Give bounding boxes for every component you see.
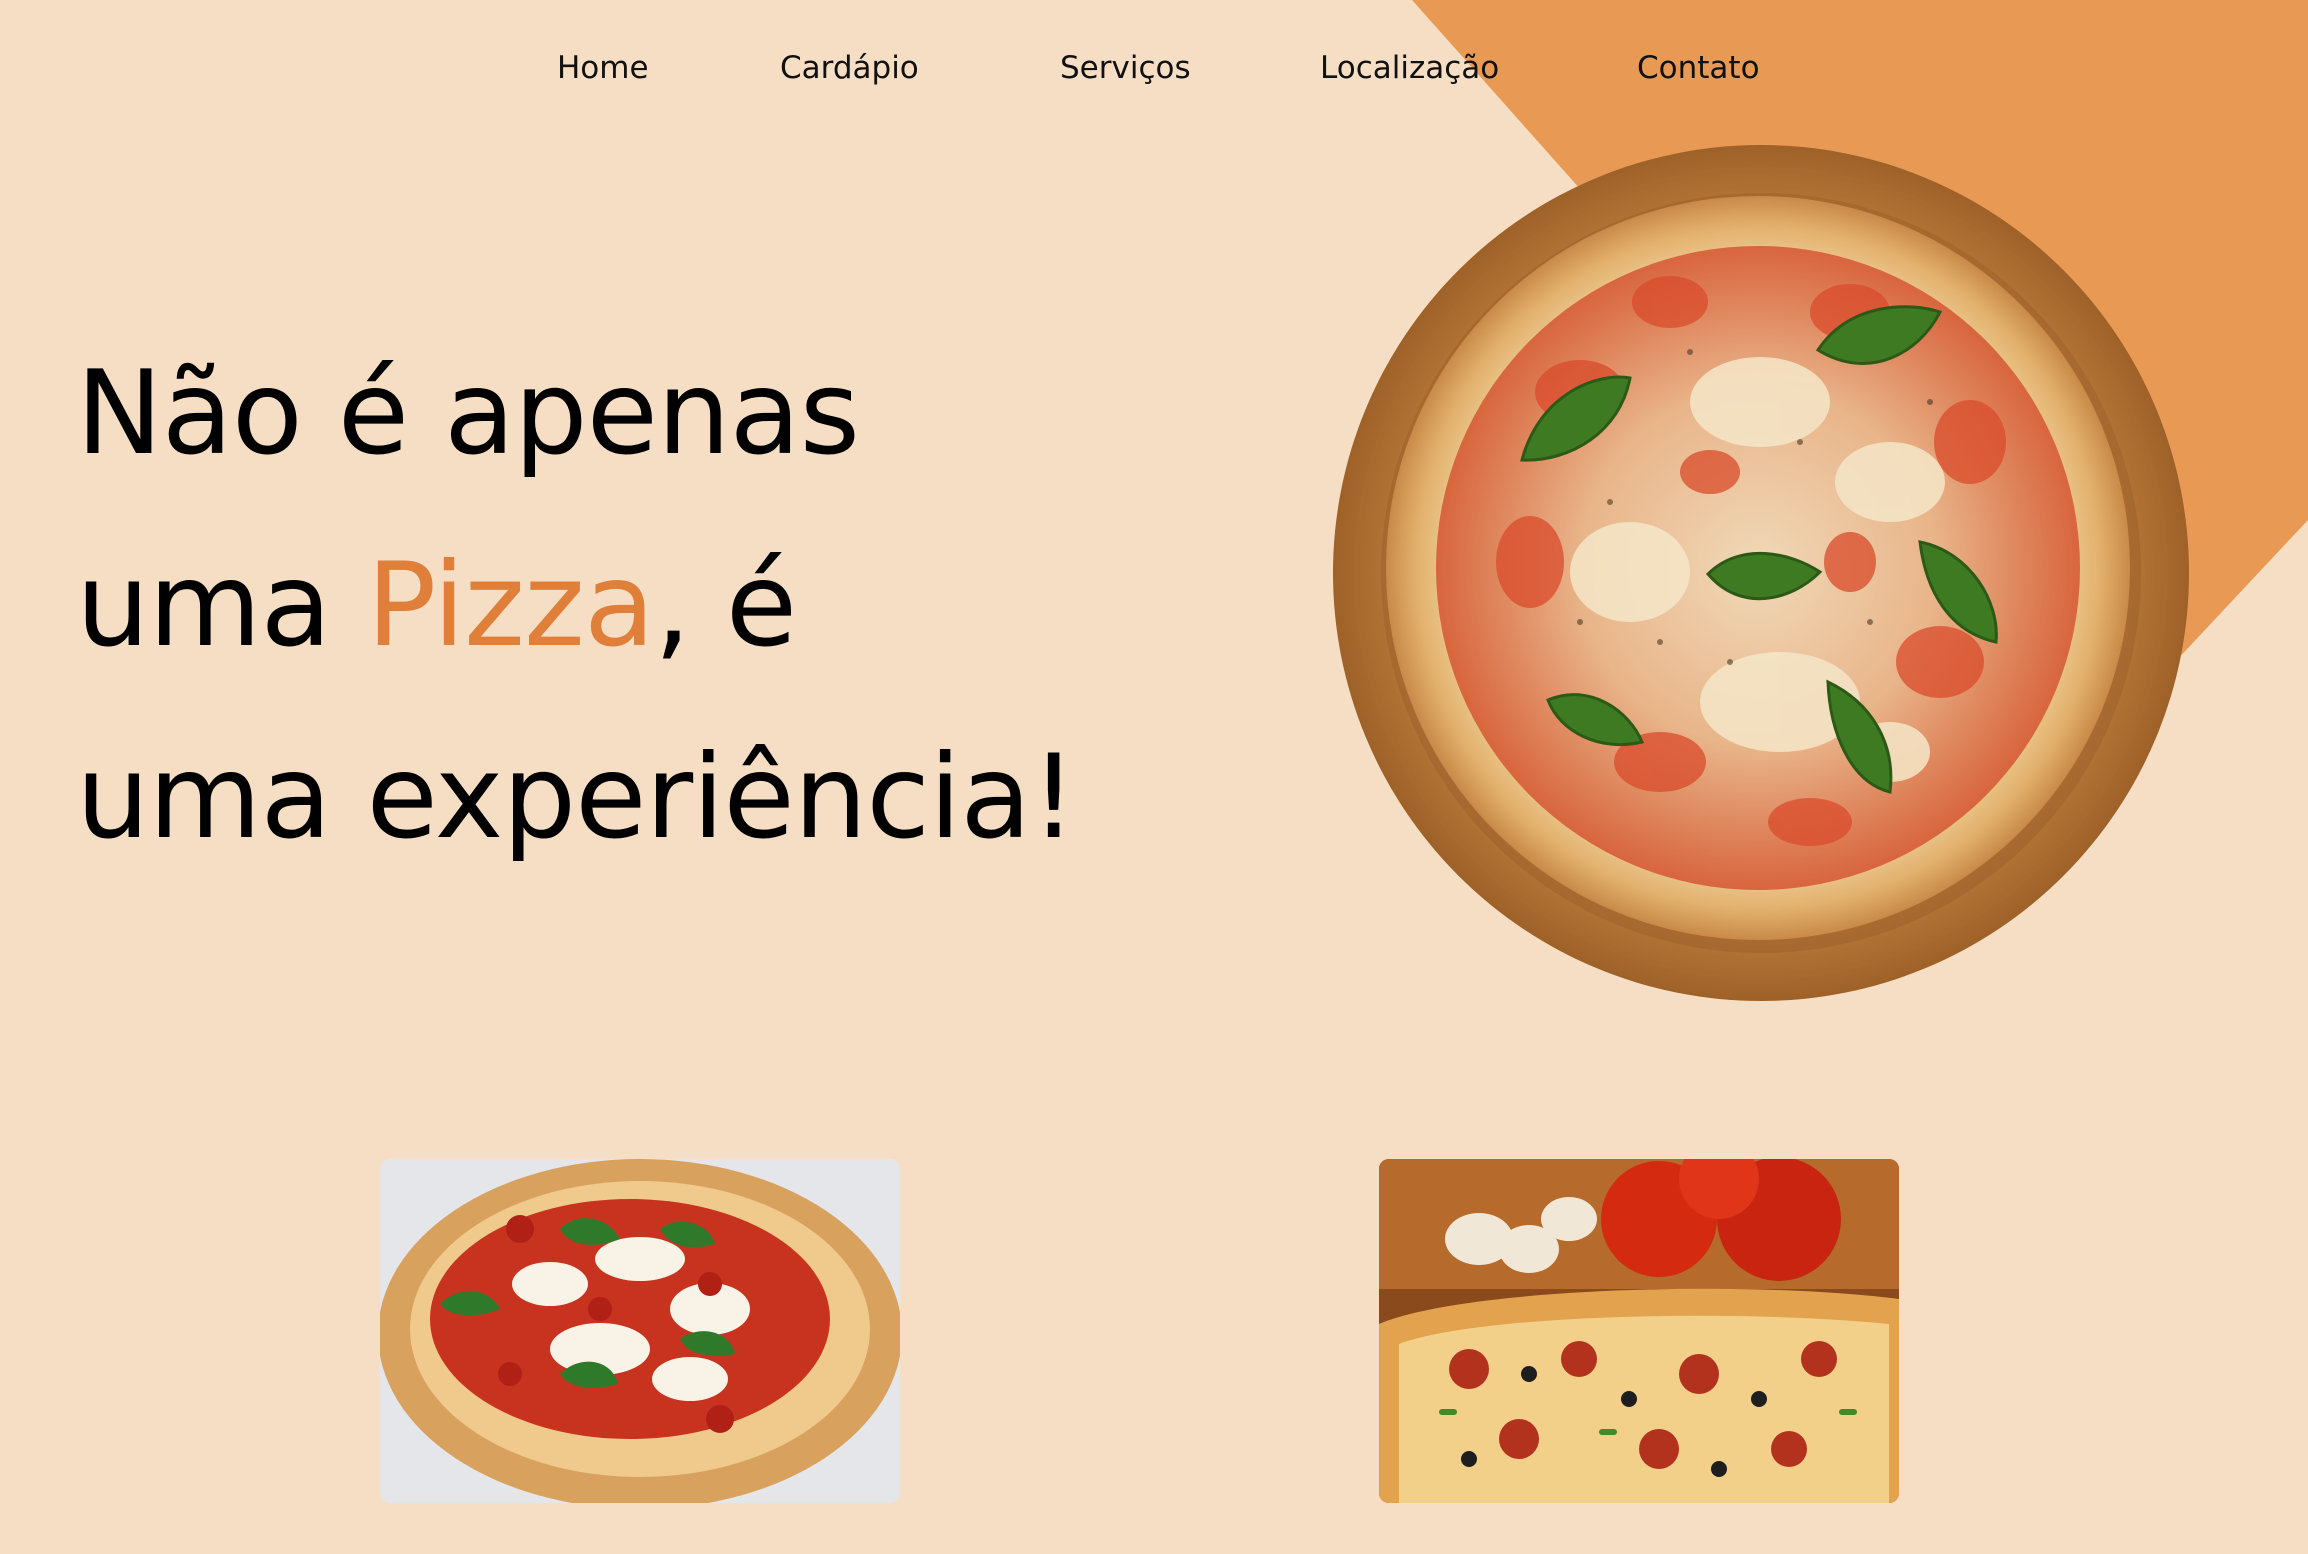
pizza-supreme-image — [1379, 1159, 1899, 1503]
hero-line-3: uma experiência! — [76, 730, 1077, 865]
hero-line-2-end: , é — [653, 538, 797, 673]
nav-link-cardapio[interactable]: Cardápio — [780, 50, 919, 86]
hero-line-1: Não é apenas — [76, 346, 860, 481]
pizza-margherita-image — [380, 1159, 900, 1503]
hero-line-2: uma Pizza, é — [76, 510, 1076, 702]
nav-link-localizacao[interactable]: Localização — [1320, 50, 1499, 86]
hero-headline: Não é apenas uma Pizza, é uma experiênci… — [76, 318, 1077, 894]
hero-pizza-image — [1333, 145, 2189, 1001]
top-navigation: Home Cardápio Serviços Localização Conta… — [0, 0, 2308, 145]
nav-link-contato[interactable]: Contato — [1637, 50, 1760, 86]
pizza-thumbnail-margherita — [380, 1159, 900, 1503]
nav-link-home[interactable]: Home — [557, 50, 649, 86]
hero-line-2-start: uma — [76, 538, 367, 673]
hero-highlight-pizza: Pizza — [366, 538, 654, 673]
nav-link-servicos[interactable]: Serviços — [1060, 50, 1191, 86]
pizza-thumbnail-supreme — [1379, 1159, 1899, 1503]
